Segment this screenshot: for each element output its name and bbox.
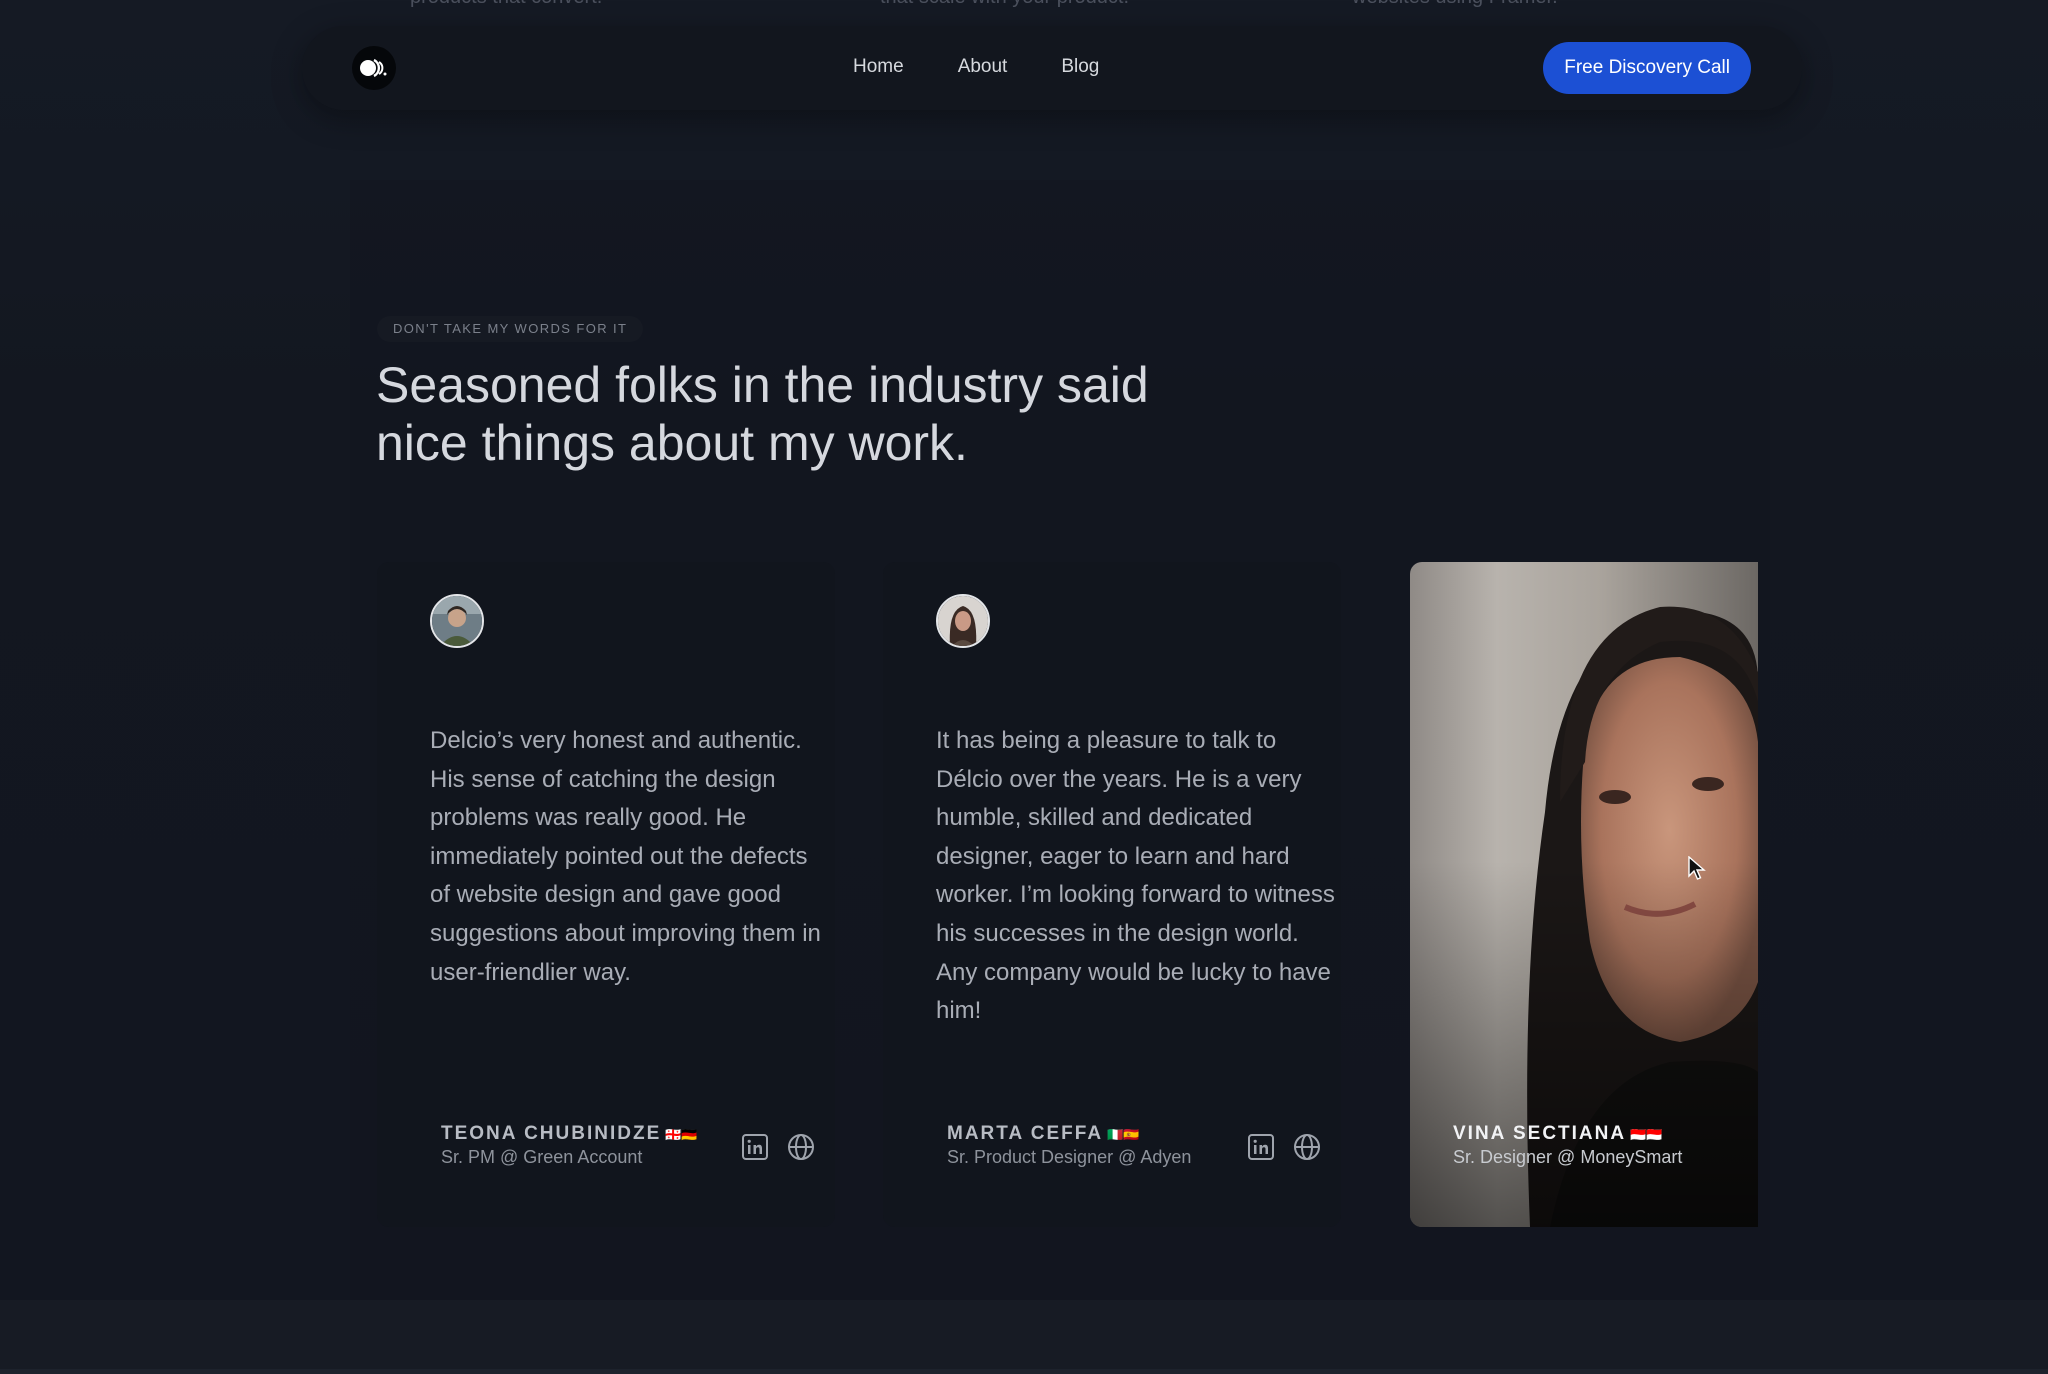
- social-links: [740, 1132, 816, 1162]
- brand-logo-icon[interactable]: [352, 46, 396, 90]
- testimonial-quote: Delcio’s very honest and authentic. His …: [430, 727, 821, 986]
- free-discovery-call-button[interactable]: Free Discovery Call: [1543, 42, 1751, 94]
- linkedin-icon[interactable]: [1246, 1132, 1276, 1162]
- avatar: [936, 594, 990, 648]
- author-name-text: MARTA CEFFA: [947, 1123, 1104, 1144]
- author-name: TEONA CHUBINIDZE 🇬🇪🇩🇪: [441, 1123, 698, 1145]
- author-role: Sr. Product Designer @ Adyen: [947, 1147, 1192, 1167]
- avatar: [430, 594, 484, 648]
- previous-section-strip: products that convert. that scale with y…: [0, 0, 2048, 16]
- previous-section-text: that scale with your product.: [880, 0, 1129, 9]
- social-links: [1246, 1132, 1322, 1162]
- testimonial-author: MARTA CEFFA 🇮🇹🇪🇸 Sr. Product Designer @ A…: [947, 1123, 1191, 1168]
- previous-section-text: websites using Framer.: [1352, 0, 1558, 9]
- testimonial-card: Delcio’s very honest and authentic. His …: [377, 562, 835, 1227]
- page: products that convert. that scale with y…: [0, 0, 2048, 1374]
- nav-link-about[interactable]: About: [958, 56, 1008, 78]
- linkedin-icon[interactable]: [740, 1132, 770, 1162]
- mouse-cursor-icon: [1688, 856, 1706, 880]
- author-role: Sr. Designer @ MoneySmart: [1453, 1147, 1683, 1167]
- headline-line: nice things about my work.: [376, 415, 968, 471]
- nav-link-blog[interactable]: Blog: [1061, 56, 1099, 78]
- author-name-text: VINA SECTIANA: [1453, 1123, 1627, 1144]
- headline-line: Seasoned folks in the industry said: [376, 357, 1149, 413]
- next-section-background: [0, 1300, 2048, 1374]
- section-eyebrow: DON'T TAKE MY WORDS FOR IT: [377, 316, 644, 342]
- author-name: VINA SECTIANA 🇮🇩🇮🇩: [1453, 1123, 1682, 1145]
- testimonial-author: TEONA CHUBINIDZE 🇬🇪🇩🇪 Sr. PM @ Green Acco…: [441, 1123, 698, 1168]
- testimonial-card: It has being a pleasure to talk to Délci…: [883, 562, 1341, 1227]
- testimonial-quote: It has being a pleasure to talk to Délci…: [936, 727, 1335, 1025]
- navbar: Home About Blog Free Discovery Call: [302, 26, 1802, 110]
- country-flags: 🇮🇩🇮🇩: [1630, 1127, 1663, 1142]
- country-flags: 🇬🇪🇩🇪: [665, 1127, 698, 1142]
- author-role: Sr. PM @ Green Account: [441, 1147, 643, 1167]
- nav-link-home[interactable]: Home: [853, 56, 904, 78]
- section-headline: Seasoned folks in the industry said nice…: [376, 356, 1256, 472]
- nav-links: Home About Blog: [853, 56, 1099, 78]
- testimonial-author: VINA SECTIANA 🇮🇩🇮🇩 Sr. Designer @ MoneySm…: [1453, 1123, 1682, 1168]
- globe-icon[interactable]: [1292, 1132, 1322, 1162]
- testimonial-card-video[interactable]: VINA SECTIANA 🇮🇩🇮🇩 Sr. Designer @ MoneySm…: [1410, 562, 1758, 1227]
- globe-icon[interactable]: [786, 1132, 816, 1162]
- previous-section-text: products that convert.: [410, 0, 602, 9]
- divider: [0, 1369, 2048, 1374]
- country-flags: 🇮🇹🇪🇸: [1107, 1127, 1140, 1142]
- author-name-text: TEONA CHUBINIDZE: [441, 1123, 662, 1144]
- author-name: MARTA CEFFA 🇮🇹🇪🇸: [947, 1123, 1191, 1145]
